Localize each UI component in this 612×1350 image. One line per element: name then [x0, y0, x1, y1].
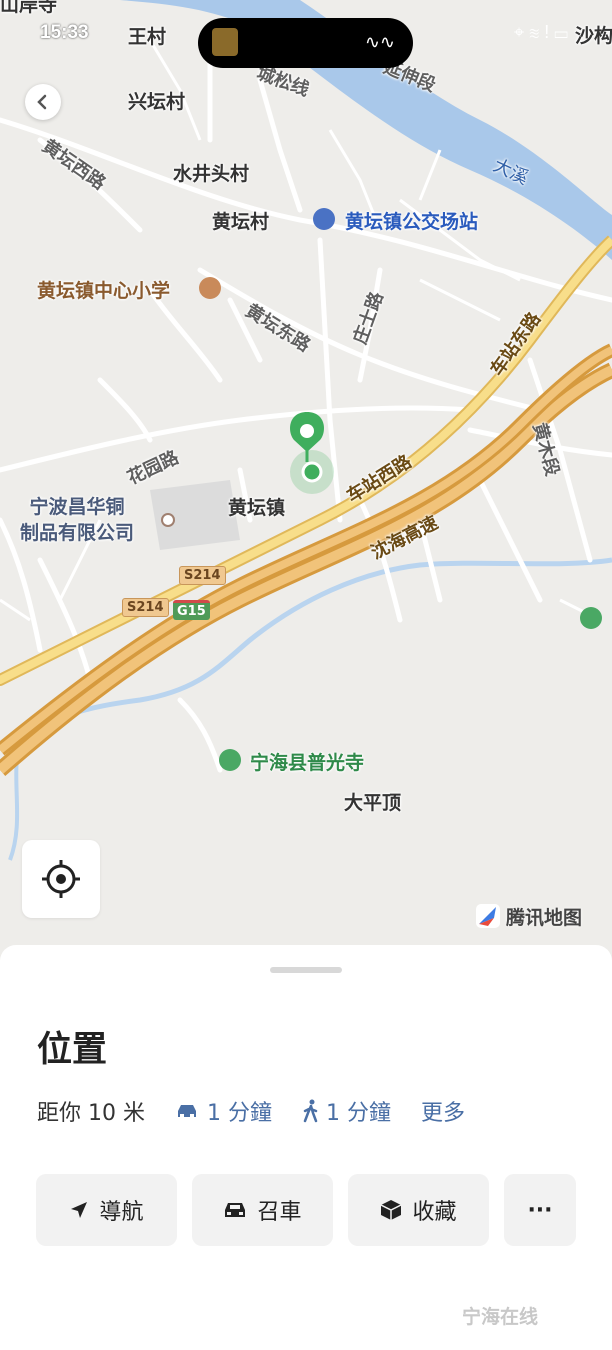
crosshair-icon: [42, 860, 80, 898]
poi-factory[interactable]: 宁波昌华铜 制品有限公司: [20, 494, 134, 546]
more-link[interactable]: 更多: [421, 1095, 465, 1127]
location-icon: ⌖: [513, 22, 525, 42]
map-view[interactable]: 山岸寺 兴坛村 水井头村 黄坛村 黄坛镇 大平顶 城松线 延伸段 黄坛西路 黄坛…: [0, 0, 612, 960]
park-icon[interactable]: [580, 607, 602, 629]
audio-wave-icon: ∿∿: [364, 32, 395, 52]
place-label: 沙构: [575, 26, 612, 47]
drive-time-text: 1 分鐘: [206, 1101, 272, 1126]
status-bar: 15:33 王村 ∿∿ ⌖ ≋ ! ▭ 沙构: [0, 12, 612, 68]
place-label: 大平顶: [344, 792, 402, 814]
bus-station-icon[interactable]: [313, 208, 335, 230]
poi-school[interactable]: 黄坛镇中心小学: [37, 276, 170, 303]
watermark: 宁海在线: [462, 1306, 539, 1328]
taxi-label: 召車: [257, 1200, 302, 1225]
cube-icon: [381, 1200, 402, 1220]
taxi-button[interactable]: 召車: [192, 1174, 333, 1246]
taxi-icon: [225, 1203, 246, 1217]
walk-icon: [303, 1099, 318, 1123]
app-thumbnail-icon: [212, 28, 238, 56]
distance-text: 距你 10 米: [37, 1101, 145, 1126]
map-base: [0, 0, 612, 861]
chevron-left-icon: [37, 94, 47, 110]
place-label: 黄坛镇: [228, 497, 286, 519]
place-title: 位置: [37, 1030, 108, 1070]
place-meta-row: 距你 10 米 1 分鐘 1 分鐘 更多: [37, 1095, 465, 1127]
dynamic-island: ∿∿: [198, 18, 413, 68]
save-button[interactable]: 收藏: [348, 1174, 489, 1246]
factory-icon[interactable]: [161, 513, 175, 527]
school-icon[interactable]: [199, 277, 221, 299]
place-label: 黄坛村: [212, 211, 270, 233]
attribution-text: 腾讯地图: [506, 906, 583, 929]
route-shield: S214: [122, 598, 169, 617]
route-shield: G15: [173, 600, 210, 620]
wifi-icon: ≋: [529, 22, 540, 42]
place-label: 王村: [128, 27, 167, 48]
poi-temple[interactable]: 宁海县普光寺: [250, 748, 364, 775]
save-label: 收藏: [412, 1200, 457, 1225]
map-attribution: 腾讯地图: [474, 902, 582, 930]
navigate-label: 導航: [99, 1200, 144, 1225]
walk-time-text: 1 分鐘: [325, 1101, 391, 1126]
back-button[interactable]: [25, 84, 61, 120]
temple-icon[interactable]: [219, 749, 241, 771]
car-icon: [177, 1105, 196, 1117]
place-detail-sheet: 位置 距你 10 米 1 分鐘 1 分鐘 更多 導航 召車 收藏 ···: [0, 945, 612, 1350]
more-actions-button[interactable]: ···: [504, 1174, 576, 1246]
drive-time-link[interactable]: 1 分鐘: [175, 1095, 272, 1127]
battery-icon: ▭: [554, 22, 568, 42]
navigate-button[interactable]: 導航: [36, 1174, 177, 1246]
walk-time-link[interactable]: 1 分鐘: [302, 1095, 391, 1127]
alert-icon: !: [544, 22, 550, 42]
status-icons: ⌖ ≋ ! ▭: [514, 22, 568, 43]
sheet-drag-handle[interactable]: [270, 967, 342, 973]
tencent-map-logo-icon: [476, 904, 500, 928]
my-location-button[interactable]: [22, 840, 100, 918]
poi-bus-station[interactable]: 黄坛镇公交场站: [345, 207, 478, 234]
place-label: 水井头村: [173, 163, 250, 185]
more-actions-label: ···: [527, 1197, 553, 1223]
status-time: 15:33: [40, 22, 89, 43]
place-label: 兴坛村: [128, 91, 186, 113]
route-shield: S214: [179, 566, 226, 585]
navigation-arrow-icon: [71, 1202, 88, 1218]
